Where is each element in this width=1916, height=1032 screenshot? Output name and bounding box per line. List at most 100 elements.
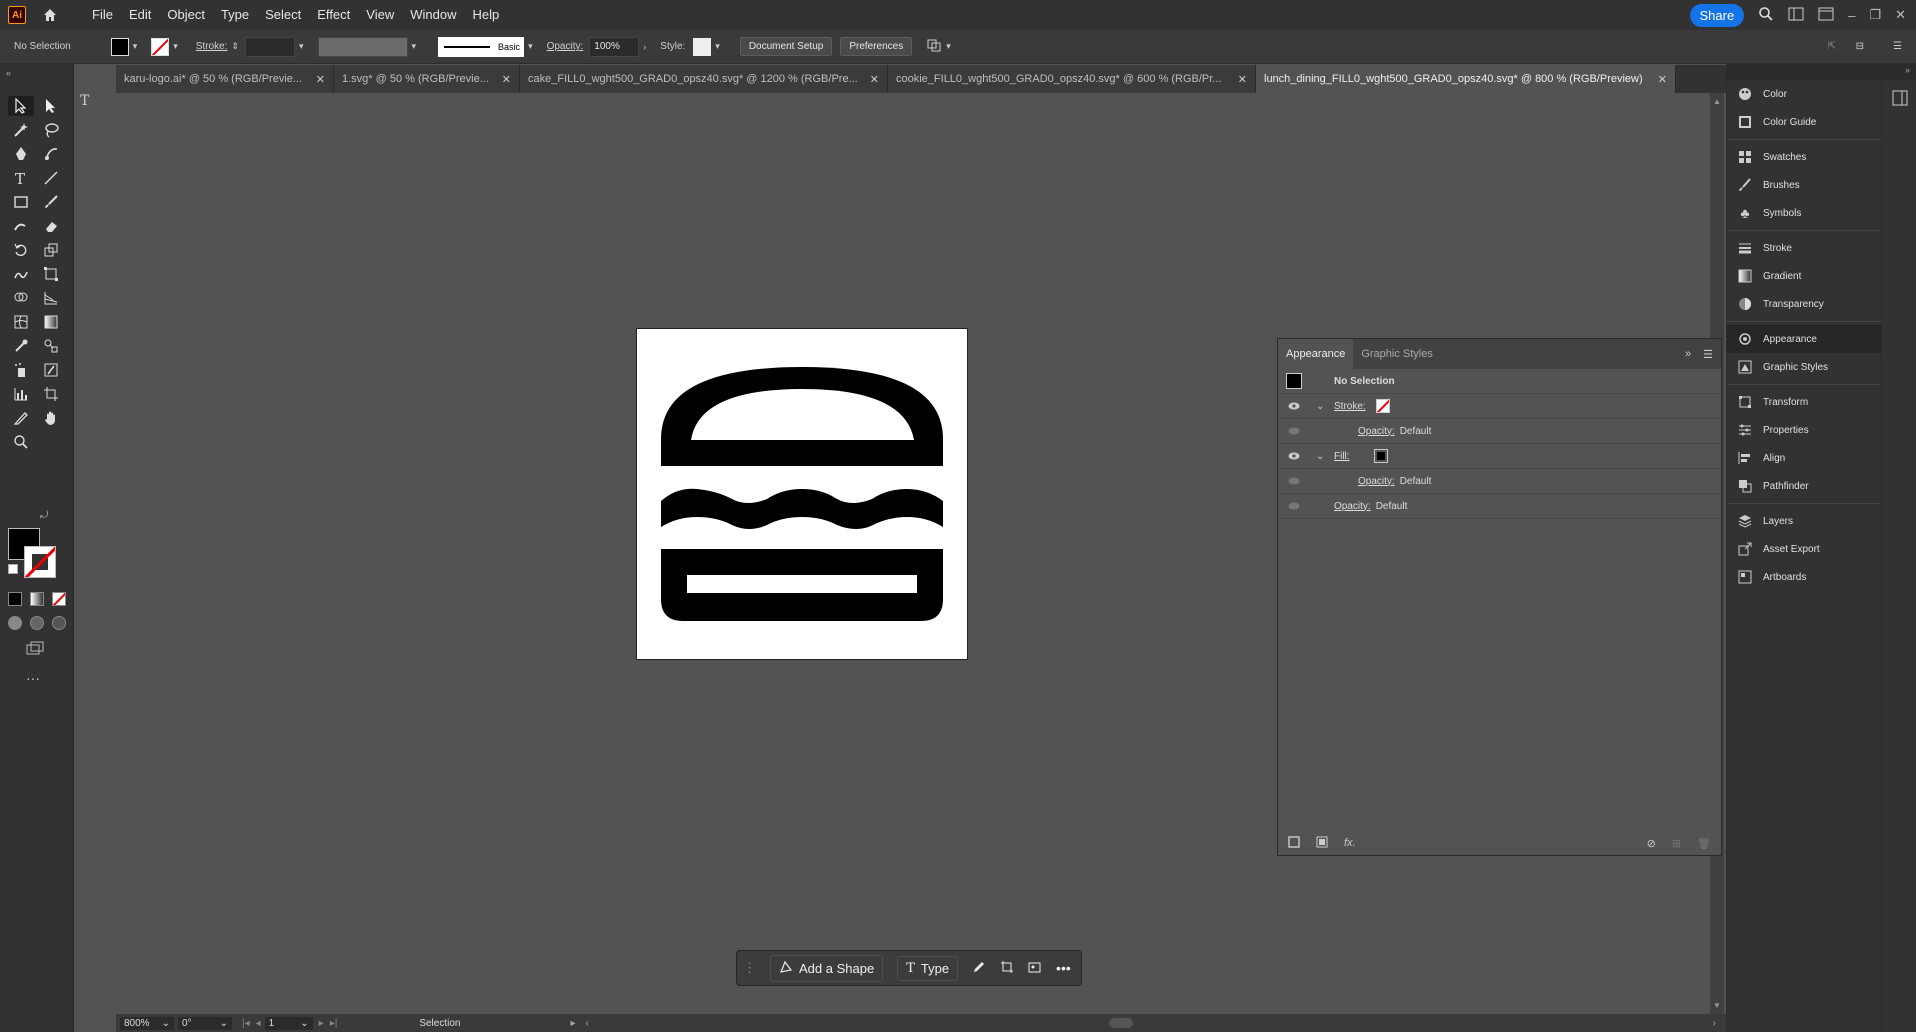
opacity-field[interactable]: 100% (589, 36, 640, 57)
touch-type-tool-icon[interactable]: T (78, 92, 96, 111)
close-tab-icon[interactable]: ✕ (502, 73, 511, 86)
stroke-label[interactable]: Stroke: (196, 41, 228, 52)
tab-document-active[interactable]: lunch_dining_FILL0_wght500_GRAD0_opsz40.… (1256, 65, 1676, 93)
dock-item-brushes[interactable]: Brushes (1727, 171, 1881, 199)
horizontal-scrollbar-thumb[interactable] (1108, 1018, 1133, 1028)
menu-select[interactable]: Select (257, 0, 309, 30)
type-button[interactable]: T Type (897, 955, 959, 981)
panel-menu-icon[interactable]: ☰ (1893, 41, 1902, 52)
screen-mode-icon[interactable] (26, 640, 44, 659)
variable-width-profile[interactable] (317, 36, 408, 57)
paintbrush-tool-icon[interactable] (38, 192, 64, 212)
artboard-tool-icon[interactable] (38, 384, 64, 404)
lasso-tool-icon[interactable] (38, 120, 64, 140)
close-tab-icon[interactable]: ✕ (316, 73, 325, 86)
close-tab-icon[interactable]: ✕ (870, 73, 879, 86)
image-add-icon[interactable] (1028, 960, 1042, 977)
dock-item-transform[interactable]: Transform (1727, 388, 1881, 416)
next-artboard-icon[interactable]: ▸ (319, 1018, 324, 1029)
warp-tool-icon[interactable] (8, 264, 34, 284)
dock-item-properties[interactable]: Properties (1727, 416, 1881, 444)
shaper-tool-icon[interactable] (8, 216, 34, 236)
graphic-style-swatch[interactable] (693, 37, 712, 56)
pen-tool-icon[interactable] (8, 144, 34, 164)
previous-artboard-icon[interactable]: ◂ (256, 1018, 261, 1029)
zoom-tool-icon[interactable] (8, 432, 34, 452)
dock-item-stroke[interactable]: Stroke (1727, 234, 1881, 262)
opacity-attr-label[interactable]: Opacity: (1334, 501, 1371, 512)
brush-definition[interactable]: Basic (438, 36, 525, 57)
dock-item-swatches[interactable]: Swatches (1727, 143, 1881, 171)
scale-tool-icon[interactable] (38, 240, 64, 260)
arrange-documents-icon[interactable] (1788, 7, 1804, 24)
eraser-tool-icon[interactable] (38, 216, 64, 236)
close-tab-icon[interactable]: ✕ (1238, 73, 1247, 86)
chevron-down-icon[interactable]: ▾ (299, 41, 304, 52)
pencil-icon[interactable] (972, 960, 986, 977)
column-graph-tool-icon[interactable] (8, 384, 34, 404)
chevron-down-icon[interactable]: ▾ (946, 41, 951, 52)
chevron-down-icon[interactable]: ⌄ (1316, 401, 1324, 412)
dock-item-align[interactable]: Align (1727, 444, 1881, 472)
more-options-icon[interactable]: ••• (1056, 960, 1071, 976)
last-artboard-icon[interactable]: ▸| (330, 1018, 338, 1029)
dock-item-gradient[interactable]: Gradient (1727, 262, 1881, 290)
burger-artwork[interactable] (637, 329, 967, 659)
chevron-right-icon[interactable]: › (643, 42, 646, 52)
tab-appearance[interactable]: Appearance (1278, 339, 1354, 369)
chevron-down-icon[interactable]: ▾ (528, 41, 533, 52)
tab-graphic-styles[interactable]: Graphic Styles (1353, 339, 1441, 369)
collapse-panel-icon[interactable]: » (1685, 348, 1691, 360)
fill-opacity-row[interactable]: Opacity: Default (1278, 469, 1721, 494)
dock-collapse-bar[interactable]: » (1726, 64, 1916, 80)
dock-item-symbols[interactable]: ♣ Symbols (1727, 199, 1881, 227)
dock-item-pathfinder[interactable]: Pathfinder (1727, 472, 1881, 500)
eyedropper-tool-icon[interactable] (8, 336, 34, 356)
artboard-navigator[interactable]: 1 ⌄ (264, 1016, 313, 1030)
gradient-mode-icon[interactable] (30, 592, 44, 606)
hand-tool-icon[interactable] (38, 408, 64, 428)
menu-edit[interactable]: Edit (121, 0, 159, 30)
selection-tool-icon[interactable] (8, 96, 34, 116)
symbol-sprayer-tool-icon[interactable] (8, 360, 34, 380)
perspective-grid-tool-icon[interactable] (38, 288, 64, 308)
free-transform-tool-icon[interactable] (38, 264, 64, 284)
dock-item-layers[interactable]: Layers (1727, 507, 1881, 535)
add-new-stroke-icon[interactable] (1288, 835, 1300, 851)
chevron-down-icon[interactable]: ⌄ (1316, 451, 1324, 462)
rectangle-tool-icon[interactable] (8, 192, 34, 212)
rotate-tool-icon[interactable] (8, 240, 34, 260)
zoom-field[interactable]: 800% ⌄ (120, 1016, 174, 1030)
properties-panel-icon[interactable] (1892, 90, 1908, 109)
dock-item-asset-export[interactable]: Asset Export (1727, 535, 1881, 563)
document-setup-button[interactable]: Document Setup (739, 37, 833, 56)
visibility-eye-icon[interactable] (1288, 451, 1300, 461)
transform-icon[interactable]: ⊟ (1856, 41, 1864, 52)
fill-attr-label[interactable]: Fill: (1334, 451, 1350, 462)
default-fill-stroke-icon[interactable] (8, 564, 18, 574)
scroll-left-icon[interactable]: ‹ (585, 1018, 588, 1029)
tab-document[interactable]: cake_FILL0_wght500_GRAD0_opsz40.svg* @ 1… (520, 65, 888, 93)
stroke-swatch[interactable] (151, 37, 170, 56)
fill-black-swatch[interactable] (1373, 449, 1388, 463)
direct-selection-tool-icon[interactable] (38, 96, 64, 116)
status-menu-icon[interactable]: ▸ (570, 1018, 575, 1029)
artboard[interactable] (636, 328, 968, 660)
home-icon[interactable] (40, 5, 60, 25)
menu-object[interactable]: Object (159, 0, 213, 30)
dock-item-artboards[interactable]: Artboards (1727, 563, 1881, 591)
share-button[interactable]: Share (1689, 3, 1745, 27)
first-artboard-icon[interactable]: |◂ (242, 1018, 250, 1029)
tab-document[interactable]: cookie_FILL0_wght500_GRAD0_opsz40.svg* @… (888, 65, 1256, 93)
delete-item-icon[interactable]: 🗑 (1697, 837, 1711, 850)
clear-appearance-icon[interactable]: ⊘ (1647, 837, 1656, 850)
add-new-fill-icon[interactable] (1316, 836, 1328, 851)
chevron-down-icon[interactable]: ▾ (133, 41, 138, 52)
restore-icon[interactable]: ❐ (1869, 7, 1881, 23)
opacity-label[interactable]: Opacity: (547, 41, 584, 52)
collapse-toolbar-icon[interactable]: « (6, 68, 11, 78)
draw-normal-icon[interactable] (8, 616, 22, 630)
shape-builder-tool-icon[interactable] (8, 288, 34, 308)
stroke-color-box[interactable] (24, 546, 56, 578)
blend-tool-icon[interactable] (38, 336, 64, 356)
